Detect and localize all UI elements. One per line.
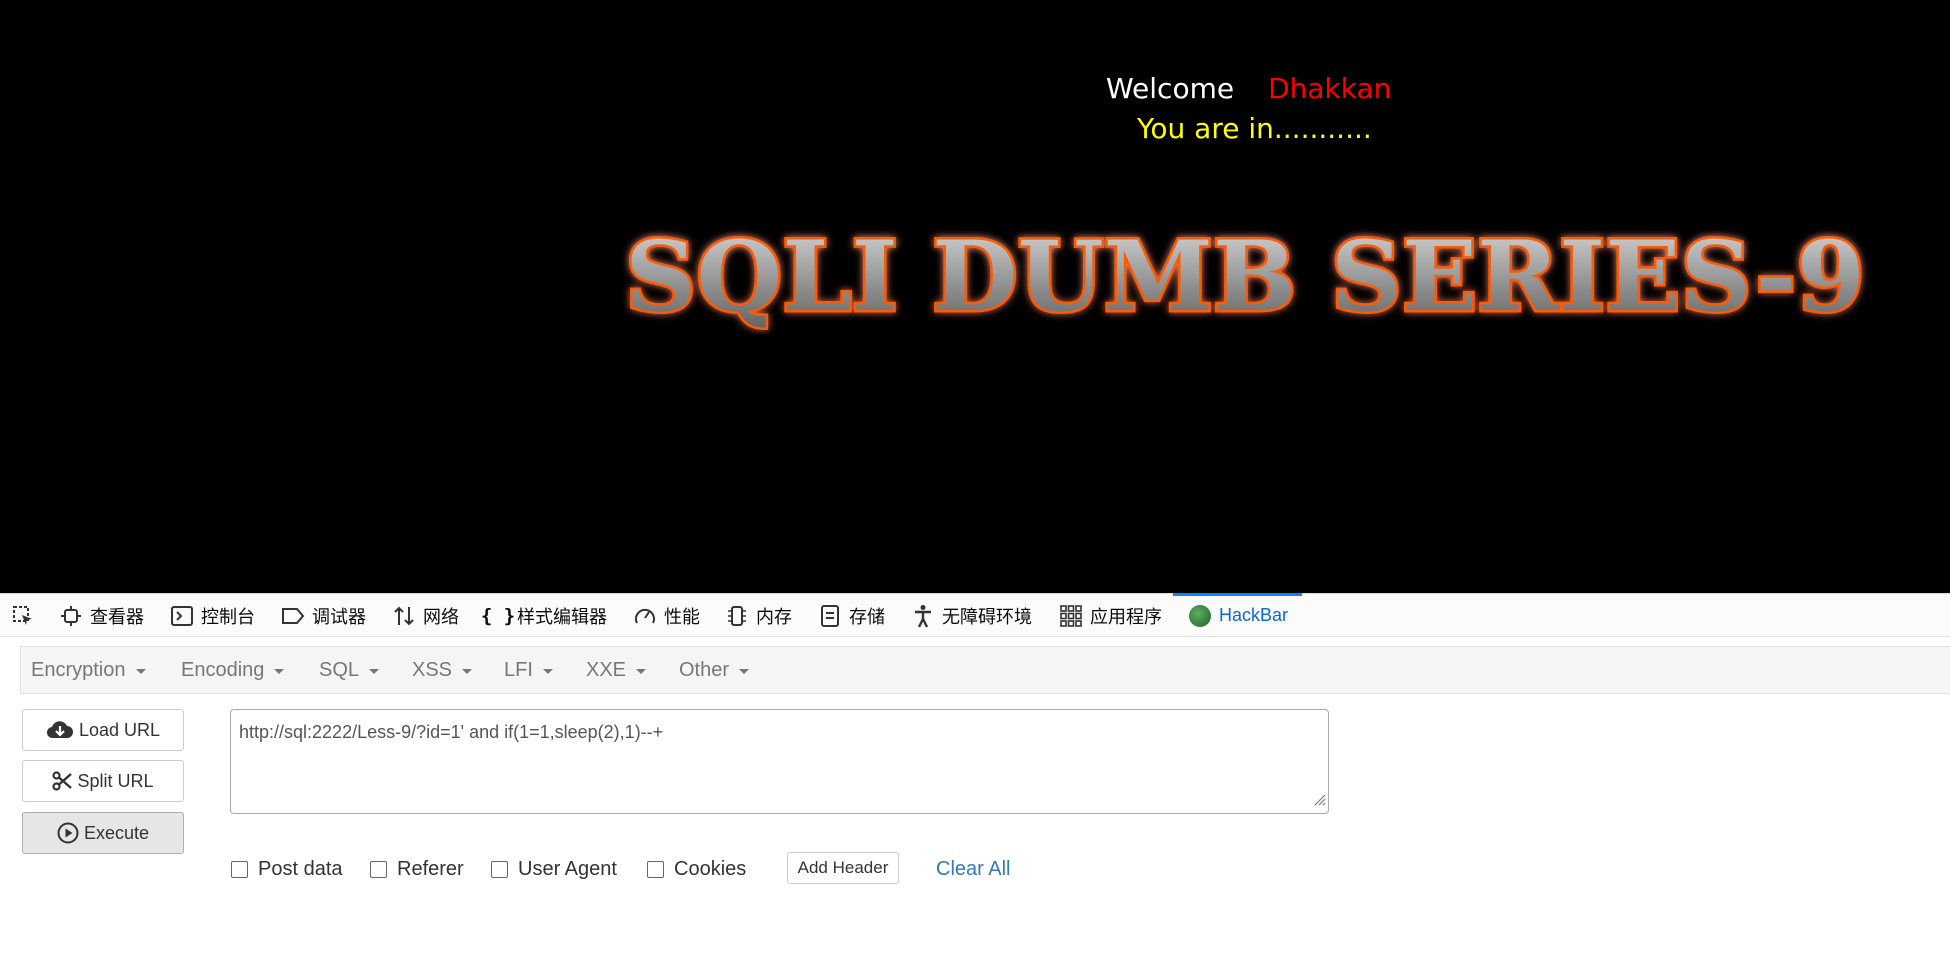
memory-icon: [724, 605, 750, 627]
user-agent-label: User Agent: [518, 857, 617, 880]
accessibility-icon: [910, 604, 936, 628]
load-url-button[interactable]: Load URL: [22, 709, 184, 751]
tab-label: 内存: [756, 606, 792, 627]
performance-icon: [632, 606, 658, 626]
caret-down-icon: [135, 669, 146, 674]
url-textarea[interactable]: http://sql:2222/Less-9/?id=1' and if(1=1…: [230, 709, 1329, 814]
storage-icon: [817, 604, 843, 627]
tab-label: 调试器: [312, 606, 366, 627]
tab-label: HackBar: [1219, 605, 1289, 625]
execute-label: Execute: [83, 822, 150, 843]
banner-title: SQLI DUMB SERIES-9: [625, 220, 1865, 333]
tab-label: 存储: [849, 606, 885, 627]
tab-console[interactable]: 控制台: [169, 594, 255, 637]
login-status-text: You are in...........: [1137, 112, 1372, 145]
tab-accessibility[interactable]: 无障碍环境: [910, 594, 1032, 637]
tab-hackbar[interactable]: HackBar: [1172, 593, 1303, 637]
network-icon: [391, 605, 417, 627]
style-editor-icon: { }: [480, 604, 516, 627]
tab-inspector[interactable]: 查看器: [58, 594, 144, 637]
tab-debugger[interactable]: 调试器: [280, 594, 366, 637]
post-data-option[interactable]: Post data: [231, 855, 343, 883]
load-url-label: Load URL: [78, 719, 161, 740]
menu-lfi[interactable]: LFI: [504, 647, 553, 693]
caret-down-icon: [636, 669, 647, 674]
cookies-option[interactable]: Cookies: [647, 855, 746, 883]
caret-down-icon: [369, 669, 380, 674]
devtools-toolbar: 查看器 控制台 调试器 网络 { } 样式编辑器 性能 内存 存储 无障碍环境 …: [0, 593, 1950, 637]
tab-network[interactable]: 网络: [391, 594, 459, 637]
split-url-button[interactable]: Split URL: [22, 760, 184, 802]
welcome-line: Welcome Dhakkan: [1106, 72, 1391, 105]
debugger-icon: [280, 607, 306, 625]
execute-button[interactable]: Execute: [22, 812, 184, 854]
welcome-text: Welcome: [1106, 72, 1235, 105]
menu-other[interactable]: Other: [679, 647, 750, 693]
hackbar-menu-bar: Encryption Encoding SQL XSS LFI XXE Othe…: [20, 646, 1950, 694]
caret-down-icon: [542, 669, 553, 674]
inspector-icon: [58, 605, 84, 626]
tab-memory[interactable]: 内存: [724, 594, 792, 637]
tab-storage[interactable]: 存储: [817, 594, 885, 637]
tab-performance[interactable]: 性能: [632, 594, 700, 637]
application-icon: [1058, 604, 1084, 627]
menu-encoding[interactable]: Encoding: [181, 647, 285, 693]
cookies-label: Cookies: [674, 857, 747, 880]
caret-down-icon: [462, 669, 473, 674]
user-agent-option[interactable]: User Agent: [491, 855, 617, 883]
tab-label: 样式编辑器: [517, 606, 607, 627]
tab-label: 查看器: [90, 606, 144, 627]
add-header-button[interactable]: Add Header: [787, 852, 899, 884]
element-picker-button[interactable]: [10, 594, 42, 637]
username-text: Dhakkan: [1268, 72, 1392, 105]
tab-application[interactable]: 应用程序: [1058, 594, 1162, 637]
url-value: http://sql:2222/Less-9/?id=1' and if(1=1…: [239, 722, 664, 742]
cloud-download-icon: [46, 720, 74, 740]
referer-option[interactable]: Referer: [370, 855, 464, 883]
hackbar-icon: [1187, 604, 1213, 627]
console-icon: [169, 605, 195, 626]
tab-label: 控制台: [201, 606, 255, 627]
caret-down-icon: [739, 669, 750, 674]
menu-xxe[interactable]: XXE: [586, 647, 647, 693]
split-url-label: Split URL: [77, 770, 154, 791]
menu-sql[interactable]: SQL: [319, 647, 380, 693]
tab-label: 性能: [664, 606, 700, 627]
caret-down-icon: [274, 669, 285, 674]
web-page-viewport: Welcome Dhakkan You are in........... SQL…: [0, 0, 1950, 593]
resize-handle-icon[interactable]: [1312, 790, 1326, 811]
menu-encryption[interactable]: Encryption: [31, 647, 146, 693]
menu-xss[interactable]: XSS: [412, 647, 473, 693]
tab-label: 无障碍环境: [942, 606, 1032, 627]
cookies-checkbox[interactable]: [647, 860, 664, 878]
tab-label: 网络: [423, 606, 459, 627]
clear-all-link[interactable]: Clear All: [936, 855, 1010, 883]
pick-element-icon: [10, 605, 36, 627]
referer-checkbox[interactable]: [370, 860, 387, 878]
play-circle-icon: [57, 822, 79, 844]
scissors-icon: [52, 771, 73, 791]
post-data-label: Post data: [258, 857, 343, 880]
post-data-checkbox[interactable]: [231, 860, 248, 878]
tab-label: 应用程序: [1090, 606, 1162, 627]
series-banner: SQLI DUMB SERIES-9: [620, 214, 1870, 336]
user-agent-checkbox[interactable]: [491, 860, 508, 878]
referer-label: Referer: [397, 857, 464, 880]
tab-style-editor[interactable]: { } 样式编辑器: [480, 594, 607, 637]
